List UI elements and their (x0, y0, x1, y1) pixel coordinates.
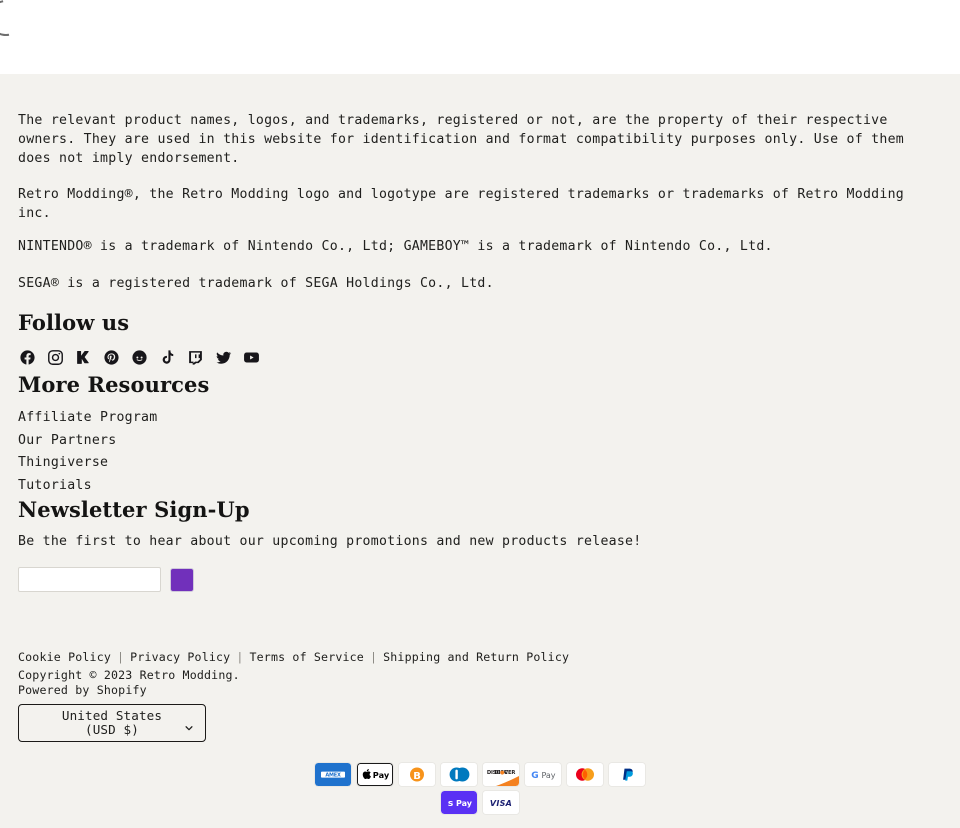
more-resources-list: Affiliate Program Our Partners Thingiver… (18, 407, 942, 497)
legal-paragraph-nintendo: NINTENDO® is a trademark of Nintendo Co.… (18, 239, 773, 254)
payment-methods: AMEX Pay B DISC DISC●VER G Pay s Pay VIS… (18, 763, 942, 815)
shopify-link[interactable]: Shopify (97, 683, 147, 697)
visa-icon: VISA (483, 791, 519, 815)
svg-text:Pay: Pay (373, 770, 390, 780)
chevron-down-icon (184, 718, 194, 731)
shop-pay-icon: s Pay (441, 791, 477, 815)
svg-text:Pay: Pay (541, 771, 555, 780)
loading-spinner (0, 0, 32, 44)
list-item: Tutorials (18, 475, 942, 498)
diners-club-icon (441, 763, 477, 787)
list-item: Our Partners (18, 430, 942, 453)
list-item: Thingiverse (18, 452, 942, 475)
svg-text:B: B (413, 771, 421, 782)
country-currency-selector[interactable]: United States (USD $) (18, 704, 206, 743)
policy-link-terms-of-service[interactable]: Terms of Service (250, 649, 364, 665)
resource-link-affiliate-program[interactable]: Affiliate Program (18, 407, 942, 430)
legal-paragraph-sega: SEGA® is a registered trademark of SEGA … (18, 276, 494, 291)
newsletter-subtitle: Be the first to hear about our upcoming … (18, 534, 642, 550)
newsletter-form (18, 567, 942, 593)
policy-separator: | (369, 650, 378, 665)
resource-link-tutorials[interactable]: Tutorials (18, 475, 942, 498)
paypal-icon (609, 763, 645, 787)
policy-separator: | (236, 650, 244, 665)
policy-link-privacy-policy[interactable]: Privacy Policy (130, 649, 230, 665)
tiktok-icon[interactable] (158, 348, 176, 366)
svg-text:AMEX: AMEX (325, 773, 341, 779)
svg-text:Pay: Pay (456, 799, 473, 808)
apple-pay-icon: Pay (357, 763, 393, 787)
mastercard-icon (567, 763, 603, 787)
policy-links-row: Cookie Policy | Privacy Policy | Terms o… (18, 649, 942, 665)
follow-us-heading: Follow us (18, 310, 130, 335)
newsletter-submit-button[interactable] (170, 567, 194, 592)
amex-icon: AMEX (315, 763, 351, 787)
powered-by-text: Powered by Shopify (18, 683, 942, 698)
newsletter-heading: Newsletter Sign-Up (18, 497, 250, 523)
policy-link-cookie-policy[interactable]: Cookie Policy (18, 649, 111, 665)
discover-icon: DISC DISC●VER (483, 763, 519, 787)
powered-by-prefix: Powered by (18, 683, 97, 698)
google-pay-icon: G Pay (525, 763, 561, 787)
newsletter-email-input[interactable] (18, 567, 161, 593)
page-loading-area (0, 0, 960, 74)
svg-text:DISC●VER: DISC●VER (487, 770, 515, 776)
pinterest-icon[interactable] (102, 348, 120, 366)
svg-text:s: s (448, 800, 453, 810)
svg-text:VISA: VISA (490, 799, 512, 808)
youtube-icon[interactable] (242, 348, 260, 366)
legal-paragraph-retro-modding: Retro Modding®, the Retro Modding logo a… (18, 187, 904, 221)
resource-link-thingiverse[interactable]: Thingiverse (18, 452, 942, 475)
payment-methods-row-1: AMEX Pay B DISC DISC●VER G Pay (18, 763, 942, 787)
twitch-icon[interactable] (186, 348, 204, 366)
policy-link-shipping-and-return-policy[interactable]: Shipping and Return Policy (383, 649, 569, 665)
legal-disclaimer-block: The relevant product names, logos, and t… (18, 74, 942, 293)
twitter-icon[interactable] (214, 348, 232, 366)
instagram-icon[interactable] (46, 348, 64, 366)
facebook-icon[interactable] (18, 348, 36, 366)
resource-link-our-partners[interactable]: Our Partners (18, 430, 942, 453)
country-selector-country: United States (61, 708, 163, 724)
legal-paragraph-trademark-notice: The relevant product names, logos, and t… (18, 113, 904, 166)
reddit-icon[interactable] (130, 348, 148, 366)
more-resources-heading: More Resources (18, 372, 210, 397)
bitcoin-icon: B (399, 763, 435, 787)
copyright-text: Copyright © 2023 Retro Modding. (18, 668, 240, 683)
country-selector-currency: (USD $) (85, 722, 139, 738)
site-footer: The relevant product names, logos, and t… (0, 74, 960, 828)
kickstarter-icon[interactable] (74, 348, 92, 366)
country-selector-text: United States (USD $) (62, 709, 162, 737)
social-links-row (18, 345, 942, 366)
policy-separator: | (117, 650, 125, 665)
footer-bottom-bar: Cookie Policy | Privacy Policy | Terms o… (18, 649, 942, 815)
list-item: Affiliate Program (18, 407, 942, 430)
payment-methods-row-2: s Pay VISA (18, 791, 942, 815)
svg-text:G: G (531, 771, 538, 781)
